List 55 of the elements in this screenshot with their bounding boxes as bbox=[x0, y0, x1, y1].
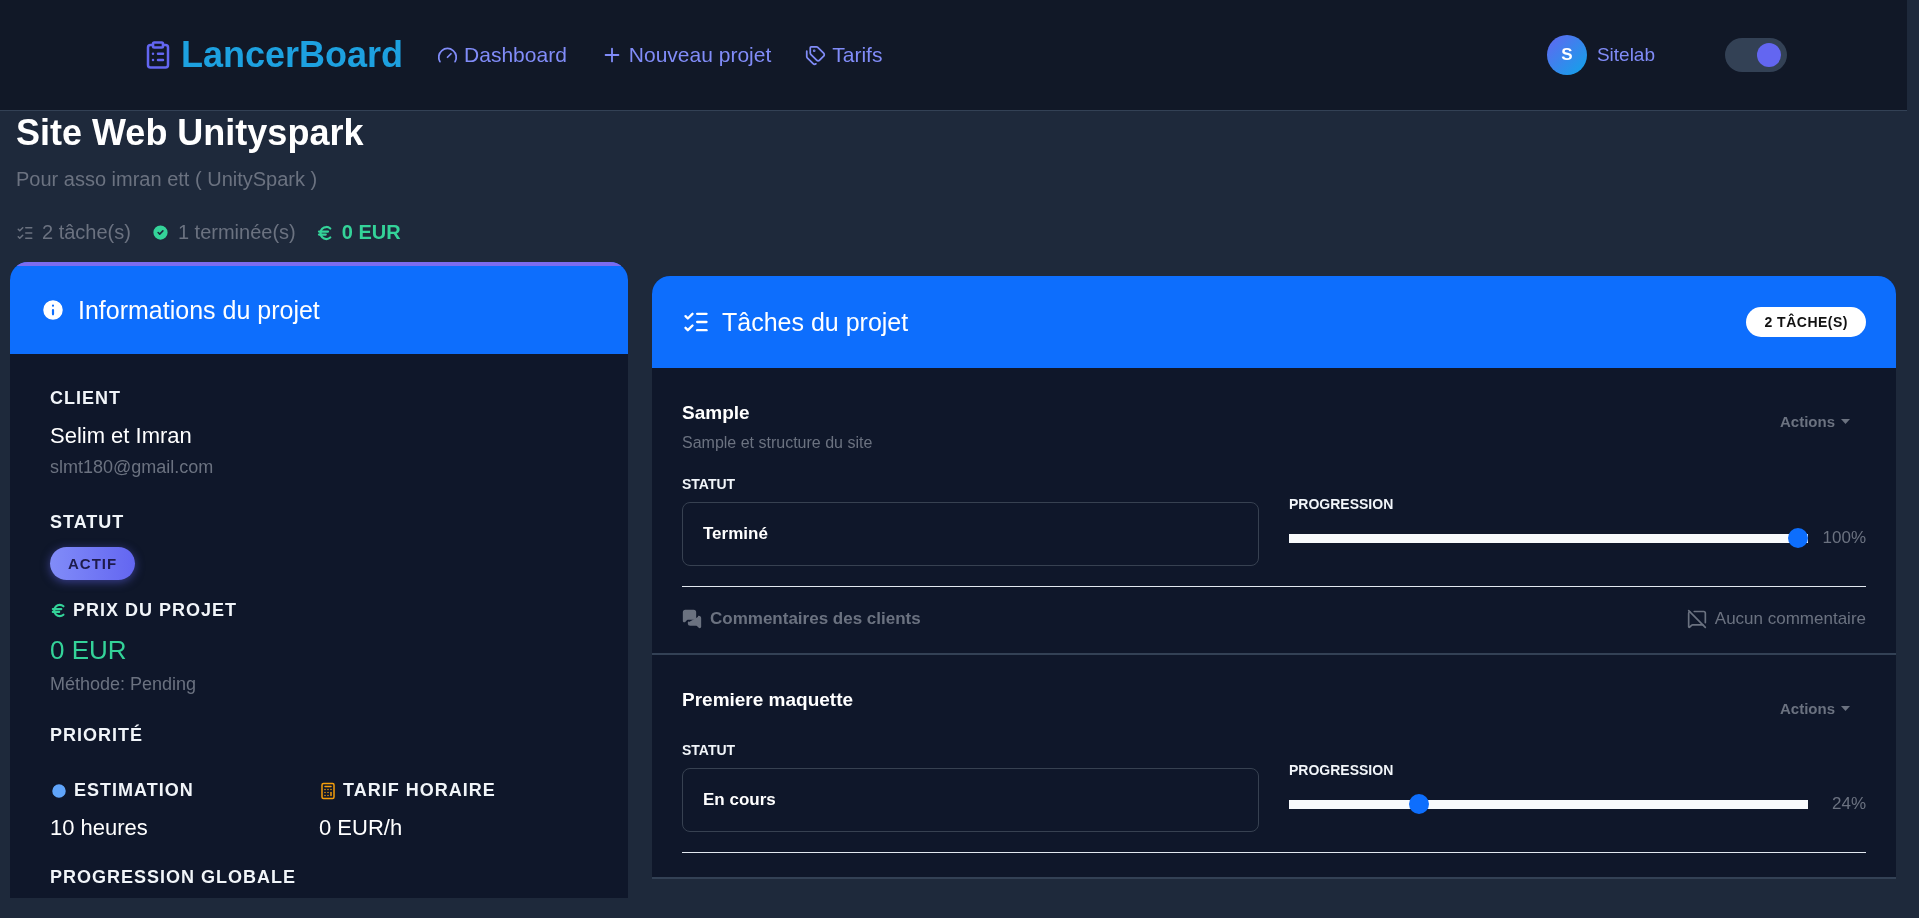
nav-link[interactable]: Dashboard bbox=[437, 43, 567, 67]
estimation-label: ESTIMATION bbox=[74, 780, 194, 802]
progress-label: PROGRESSION bbox=[1289, 762, 1395, 779]
calculator-icon bbox=[319, 781, 337, 800]
actions-dropdown[interactable]: Actions bbox=[1774, 699, 1856, 719]
client-label: CLIENT bbox=[50, 388, 122, 410]
progress-label: PROGRESSION bbox=[1289, 496, 1395, 513]
comments-label: Commentaires des clients bbox=[710, 609, 921, 630]
rate-label: TARIF HORAIRE bbox=[343, 780, 496, 802]
task-count-badge: 2 TÂCHE(S) bbox=[1746, 307, 1866, 338]
nav-link[interactable]: Nouveau projet bbox=[600, 43, 772, 67]
chat-icon bbox=[682, 609, 702, 630]
stat-text: 1 terminée(s) bbox=[177, 221, 296, 245]
theme-toggle[interactable] bbox=[1725, 38, 1787, 72]
progress-percent: 24% bbox=[1830, 794, 1866, 815]
project-title: Site Web Unityspark bbox=[15, 111, 365, 155]
check-circle-icon bbox=[150, 223, 170, 243]
tags-icon bbox=[805, 44, 827, 66]
actions-dropdown[interactable]: Actions bbox=[1774, 412, 1856, 432]
task-name: Premiere maquette bbox=[682, 689, 854, 712]
status-label: STATUT bbox=[682, 742, 737, 759]
client-email: slmt180@gmail.com bbox=[50, 457, 215, 479]
progress-percent: 100% bbox=[1821, 528, 1866, 549]
user-name[interactable]: Sitelab bbox=[1596, 44, 1655, 66]
progress-label: PROGRESSION GLOBALE bbox=[50, 867, 297, 889]
status-label: STATUT bbox=[682, 476, 737, 493]
euro-icon bbox=[50, 602, 67, 620]
euro-icon bbox=[315, 223, 334, 242]
rate-value: 0 EUR/h bbox=[319, 815, 404, 842]
project-subtitle: Pour asso imran ett ( UnitySpark ) bbox=[16, 168, 319, 192]
no-comment-icon bbox=[1686, 609, 1707, 630]
status-select[interactable]: Terminé bbox=[682, 502, 1259, 567]
payment-method: Méthode: Pending bbox=[50, 674, 198, 696]
caret-icon bbox=[1841, 419, 1850, 425]
client-name: Selim et Imran bbox=[50, 423, 193, 450]
card-title: Informations du projet bbox=[78, 295, 321, 325]
stat-text: 0 EUR bbox=[341, 221, 401, 245]
task-name: Sample bbox=[682, 402, 751, 425]
price-label: PRIX DU PROJET bbox=[73, 600, 238, 622]
status-badge: ACTIF bbox=[50, 547, 136, 581]
stat-text: 2 tâche(s) bbox=[42, 221, 131, 245]
status-select[interactable]: En cours bbox=[682, 768, 1259, 833]
status-label: STATUT bbox=[50, 512, 125, 534]
estimation-value: 10 heures bbox=[50, 815, 149, 842]
nav-link[interactable]: Tarifs bbox=[805, 43, 883, 67]
slider-thumb[interactable] bbox=[1788, 528, 1808, 549]
slider-thumb[interactable] bbox=[1408, 794, 1429, 815]
priority-label: PRIORITÉ bbox=[50, 725, 143, 747]
brand-logo[interactable]: LancerBoard bbox=[181, 34, 404, 76]
project-price: 0 EUR bbox=[50, 635, 128, 667]
task-description: Sample et structure du site bbox=[682, 434, 873, 453]
no-comments-text: Aucun commentaire bbox=[1714, 609, 1866, 630]
card-title: Tâches du projet bbox=[722, 307, 910, 337]
user-avatar[interactable]: S bbox=[1546, 35, 1587, 75]
caret-icon bbox=[1841, 706, 1850, 712]
